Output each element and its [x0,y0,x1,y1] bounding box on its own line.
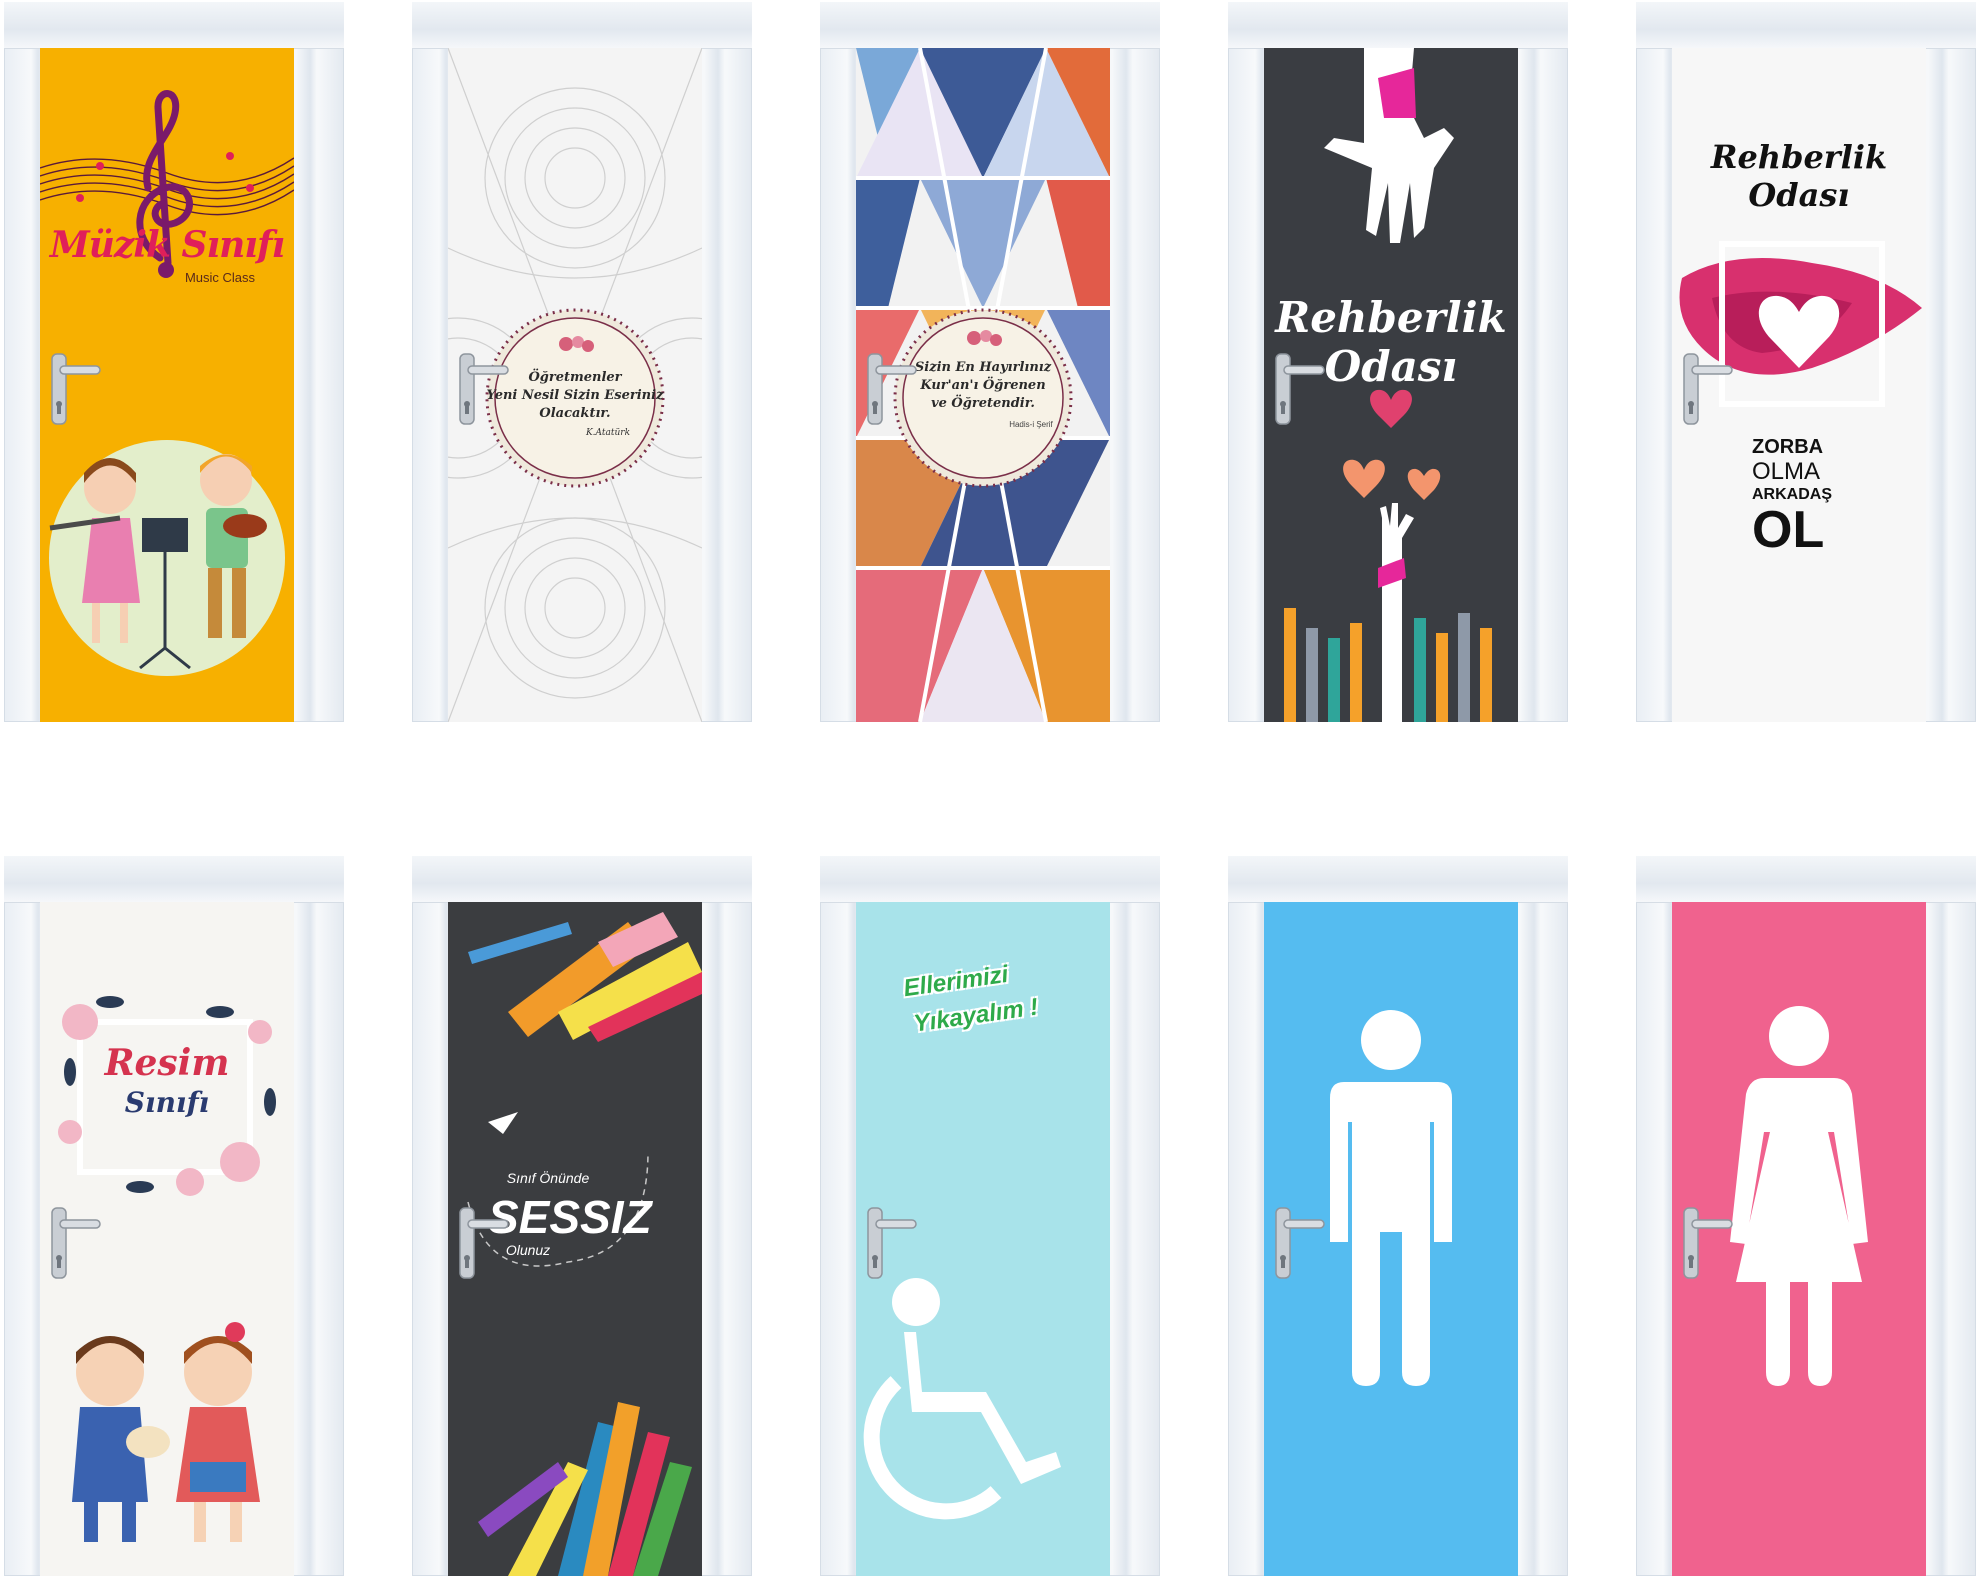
door-subtitle: Music Class [184,270,256,285]
door-ogretmenler: Öğretmenler Yeni Nesil Sizin Eseriniz Ol… [412,2,752,722]
door-kuran: Sizin En Hayırlınız Kur'an'ı Öğrenen ve … [820,2,1160,722]
door-text-line-1: Sınıf Önünde [506,1170,590,1186]
door-title-line-2: Odası [1748,176,1850,214]
slogan-line-2: OLMA [1752,458,1821,485]
door-muzik-sinifi: Müzik Sınıfı Music Class [4,2,344,722]
door-handle [867,353,917,425]
door-frame-top [4,856,344,903]
door-frame-top [1228,856,1568,903]
door-frame-top [820,856,1160,903]
door-handle [459,353,509,425]
door-title-line-1: Rehberlik [1275,293,1507,342]
quote-signature: K.Atatürk [585,428,631,438]
door-rehberlik-dark: Rehberlik Odası [1228,2,1568,722]
door-handle [867,1207,917,1279]
door-handle [1683,1207,1733,1279]
door-handle [459,1207,509,1279]
door-handle [1683,353,1733,425]
door-handle [1275,1207,1325,1279]
door-erkek-wc [1228,856,1568,1576]
door-text-line-2: SESSIZ [488,1191,652,1243]
door-title-line-2: Sınıfı [124,1086,210,1119]
door-sessiz: Sınıf Önünde SESSIZ Olunuz [412,856,752,1576]
door-title-line-1: Resim [104,1042,230,1084]
door-frame-top [820,2,1160,49]
door-handle [51,353,101,425]
door-frame-top [412,2,752,49]
quote-source: Hadis-i Şerif [1009,420,1053,429]
door-frame-top [4,2,344,49]
door-resim-sinifi: Resim Sınıfı [4,856,344,1576]
door-frame-top [1228,2,1568,49]
door-title-line-1: Rehberlik [1710,138,1888,176]
slogan-line-1: ZORBA [1752,436,1824,458]
door-yikayalim: Ellerimizi Yıkayalım ! [820,856,1160,1576]
slogan-line-4: OL [1752,501,1825,559]
door-frame-top [412,856,752,903]
door-title: Müzik Sınıfı [49,224,285,266]
door-frame-top [1636,2,1976,49]
door-handle [1275,353,1325,425]
door-rehberlik-white: Rehberlik Odası ZORBA OLMA ARKADAŞ OL [1636,2,1976,722]
door-handle [51,1207,101,1279]
door-frame-top [1636,856,1976,903]
door-kadin-wc [1636,856,1976,1576]
